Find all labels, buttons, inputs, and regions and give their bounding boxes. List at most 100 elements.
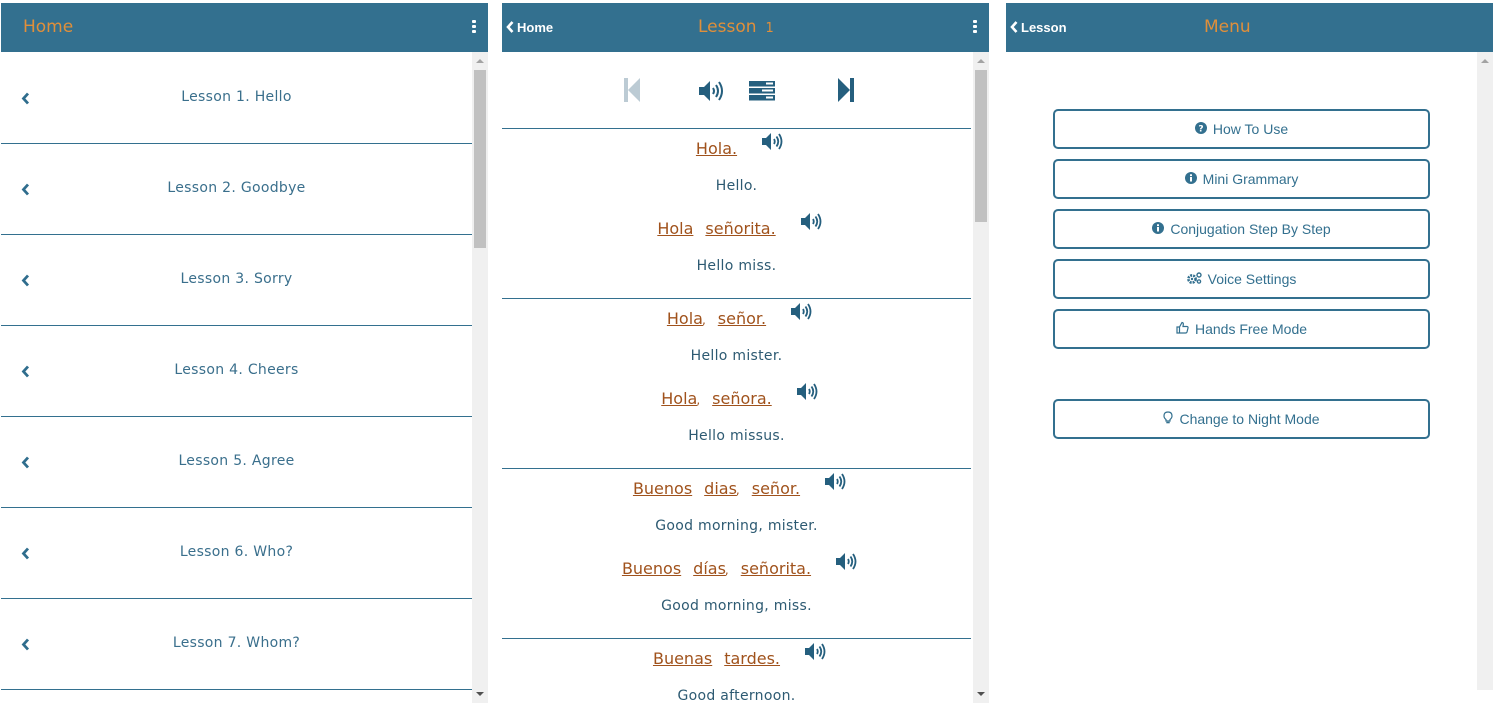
spanish-word-link[interactable]: Hola xyxy=(667,309,703,328)
english-translation: Hello miss. xyxy=(696,258,777,274)
kebab-menu-icon[interactable] xyxy=(973,20,977,34)
lesson-item[interactable]: Lesson 7. Whom? xyxy=(1,598,472,690)
punctuation: , xyxy=(735,482,740,497)
back-label: Home xyxy=(517,20,554,35)
play-phrase-button[interactable] xyxy=(790,302,812,328)
hands-free-mode-button[interactable]: Hands Free Mode xyxy=(1053,309,1430,349)
scroll-up-arrow-icon[interactable] xyxy=(476,59,484,63)
spanish-word-link[interactable]: Hola xyxy=(661,389,697,408)
english-translation: Good morning, mister. xyxy=(655,518,818,534)
back-lesson-button[interactable]: Lesson xyxy=(1010,3,1067,52)
lesson-list: Lesson 1. Hello Lesson 2. Goodbye Lesson 3… xyxy=(1,52,488,703)
lesson-item[interactable]: Lesson 1. Hello xyxy=(1,52,472,144)
play-phrase-button[interactable] xyxy=(761,132,783,158)
spanish-word-link[interactable]: Hola xyxy=(657,219,693,238)
home-panel: Home Lesson 1. Hello Lesson 2. Goodbye Les… xyxy=(1,3,488,703)
scrollbar[interactable] xyxy=(472,52,488,703)
spanish-phrase: Buenas tardes. xyxy=(502,643,971,670)
play-phrase-button[interactable] xyxy=(824,472,846,498)
spanish-word-link[interactable]: Buenas xyxy=(653,649,712,668)
conjugation-step-by-step-button[interactable]: Conjugation Step By Step xyxy=(1053,209,1430,249)
spanish-phrase: Buenos días, señorita. xyxy=(502,553,971,580)
scrollbar[interactable] xyxy=(973,52,989,703)
play-all-button[interactable] xyxy=(698,80,724,106)
mini-grammary-button[interactable]: Mini Grammary xyxy=(1053,159,1430,199)
play-phrase-button[interactable] xyxy=(800,212,822,238)
lesson-label: Lesson 6. Who? xyxy=(179,544,294,560)
spanish-word-link[interactable]: tardes. xyxy=(724,649,780,668)
chevron-left-icon xyxy=(506,21,514,33)
spanish-word-link[interactable]: señor. xyxy=(752,479,800,498)
thumbs-up-icon xyxy=(1176,311,1189,347)
voice-settings-button[interactable]: Voice Settings xyxy=(1053,259,1430,299)
kebab-menu-icon[interactable] xyxy=(472,20,476,34)
home-title: Home xyxy=(23,17,74,37)
menu-content: ? How To Use Mini Grammary Conjugation Step… xyxy=(1006,52,1493,703)
scrollbar-thumb[interactable] xyxy=(975,70,987,222)
menu-panel: Lesson Menu ? How To Use Mini Grammary Conj… xyxy=(1006,3,1493,703)
spanish-word-link[interactable]: días xyxy=(693,559,726,578)
lesson-item[interactable]: Lesson 4. Cheers xyxy=(1,325,472,417)
menu-button-label: Voice Settings xyxy=(1207,271,1297,287)
scroll-down-arrow-icon[interactable] xyxy=(977,692,985,696)
info-circle-icon xyxy=(1184,161,1197,197)
how-to-use-button[interactable]: ? How To Use xyxy=(1053,109,1430,149)
spanish-phrase: Hola señorita. xyxy=(502,213,971,240)
lesson-item[interactable]: Lesson 6. Who? xyxy=(1,507,472,599)
back-home-button[interactable]: Home xyxy=(506,3,553,52)
lesson-label: Lesson 7. Whom? xyxy=(172,635,301,651)
english-translation: Hello missus. xyxy=(688,428,785,444)
info-circle-icon xyxy=(1152,211,1165,247)
spanish-word-link[interactable]: dias xyxy=(704,479,737,498)
play-phrase-button[interactable] xyxy=(796,382,818,408)
step-backward-icon xyxy=(624,78,640,102)
lesson-title-text: Lesson xyxy=(698,17,757,37)
spanish-word-link[interactable]: señora. xyxy=(712,389,772,408)
punctuation: , xyxy=(696,392,701,407)
play-phrase-button[interactable] xyxy=(835,552,857,578)
menu-button-label: Mini Grammary xyxy=(1202,171,1299,187)
scroll-up-arrow-icon[interactable] xyxy=(1481,59,1489,63)
lesson-item[interactable]: Lesson 5. Agree xyxy=(1,416,472,508)
lesson-label: Lesson 2. Goodbye xyxy=(167,180,306,196)
scrollbar[interactable] xyxy=(1477,52,1493,690)
punctuation: , xyxy=(701,312,706,327)
spanish-word-link[interactable]: Buenos xyxy=(633,479,692,498)
volume-up-icon xyxy=(825,473,846,490)
lesson-label: Lesson 4. Cheers xyxy=(174,362,299,378)
spanish-phrase: Hola, señor. xyxy=(502,303,971,330)
volume-up-icon xyxy=(800,213,822,230)
english-translation: Hello. xyxy=(715,178,758,194)
menu-header: Lesson Menu xyxy=(1006,3,1493,52)
menu-button-label: How To Use xyxy=(1212,121,1289,137)
volume-up-icon xyxy=(762,133,783,150)
menu-button-label: Change to Night Mode xyxy=(1179,411,1320,427)
scroll-up-arrow-icon[interactable] xyxy=(977,59,985,63)
spanish-word-link[interactable]: señorita. xyxy=(705,219,775,238)
step-forward-icon xyxy=(838,78,854,102)
spanish-phrase: Hola. xyxy=(502,133,971,160)
spanish-word-link[interactable]: Hola. xyxy=(696,139,737,158)
lesson-label: Lesson 1. Hello xyxy=(181,89,292,105)
english-translation: Hello mister. xyxy=(690,348,783,364)
punctuation: , xyxy=(724,562,729,577)
lesson-item[interactable]: Lesson 2. Goodbye xyxy=(1,143,472,235)
volume-up-icon xyxy=(791,303,812,320)
spanish-phrase: Hola, señora. xyxy=(502,383,971,410)
spanish-word-link[interactable]: Buenos xyxy=(622,559,681,578)
group-divider xyxy=(502,298,971,299)
lesson-item[interactable]: Lesson 3. Sorry xyxy=(1,234,472,326)
lesson-header: Home Lesson 1 xyxy=(502,3,989,52)
lesson-number: 1 xyxy=(765,21,774,36)
spanish-word-link[interactable]: señor. xyxy=(718,309,766,328)
play-phrase-button[interactable] xyxy=(804,642,826,668)
next-lesson-button[interactable] xyxy=(837,77,855,107)
lesson-label: Lesson 5. Agree xyxy=(178,453,295,469)
english-translation: Good afternoon. xyxy=(677,688,796,703)
change-to-night-mode-button[interactable]: Change to Night Mode xyxy=(1053,399,1430,439)
spanish-word-link[interactable]: señorita. xyxy=(741,559,811,578)
previous-lesson-button[interactable] xyxy=(623,77,641,107)
phrase-list-button[interactable] xyxy=(749,81,775,105)
scroll-down-arrow-icon[interactable] xyxy=(476,692,484,696)
scrollbar-thumb[interactable] xyxy=(474,70,486,248)
